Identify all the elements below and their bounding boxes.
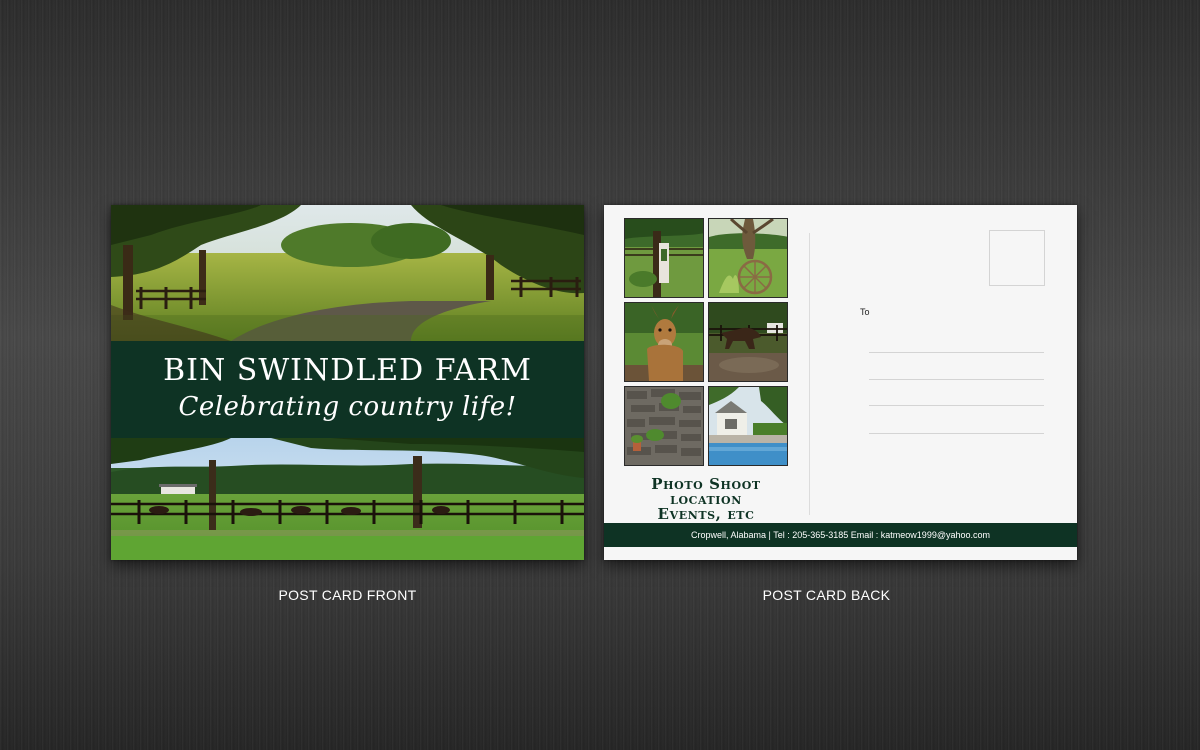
postcard-back: Photo Shoot location Events, etc To Crop… xyxy=(604,205,1077,560)
photo-tile-stone-wall xyxy=(624,386,704,466)
to-label: To xyxy=(860,307,870,317)
farm-name-title: BIN SWINDLED FARM xyxy=(163,353,532,388)
postcard-front: BIN SWINDLED FARM Celebrating country li… xyxy=(111,205,584,560)
heading-line-2: Events, etc xyxy=(657,505,755,523)
photo-tile-wagon-wheel xyxy=(708,218,788,298)
photo-tile-pool-house xyxy=(708,386,788,466)
farm-driveway-photo xyxy=(111,205,584,341)
heading-line-1: Photo Shoot location xyxy=(651,475,761,508)
tagline: Celebrating country life! xyxy=(178,392,517,422)
photo-shoot-heading: Photo Shoot location Events, etc xyxy=(614,477,798,522)
address-line-2 xyxy=(869,379,1044,380)
photo-tile-horse-fence xyxy=(708,302,788,382)
address-line-4 xyxy=(869,433,1044,434)
address-line-3 xyxy=(869,405,1044,406)
vertical-divider xyxy=(809,233,810,515)
address-line-1 xyxy=(869,352,1044,353)
postcard-front-caption: POST CARD FRONT xyxy=(278,587,417,603)
photo-tile-statue xyxy=(624,218,704,298)
contact-footer-bar: Cropwell, Alabama | Tel : 205-365-3185 E… xyxy=(604,523,1077,547)
postcard-back-caption: POST CARD BACK xyxy=(762,587,891,603)
stamp-box xyxy=(989,230,1045,286)
horse-pasture-photo xyxy=(111,438,584,560)
photo-tile-mule xyxy=(624,302,704,382)
